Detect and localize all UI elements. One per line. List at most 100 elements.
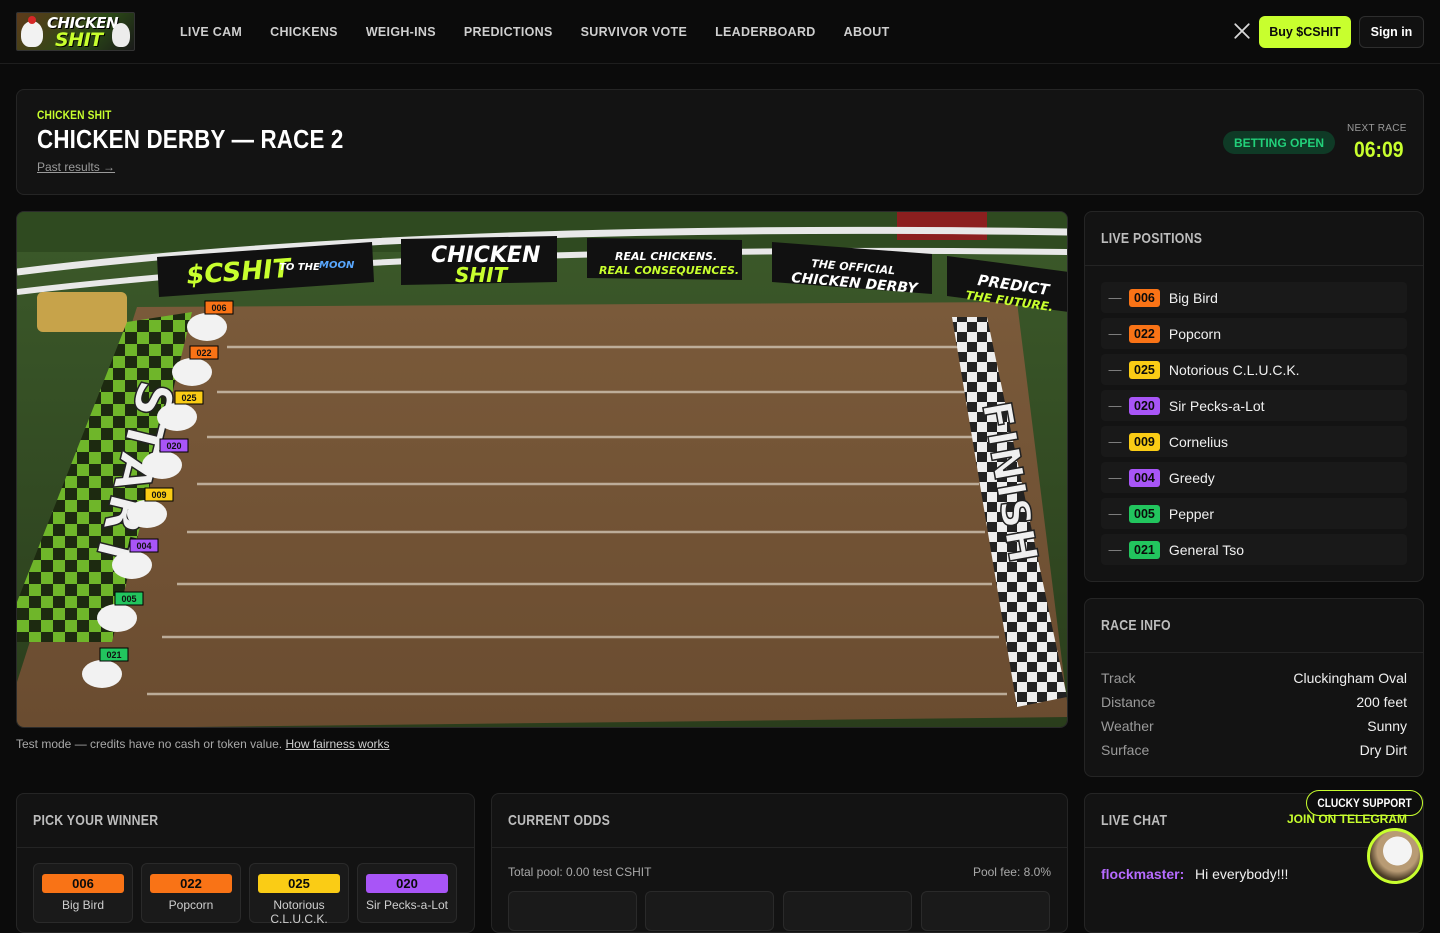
chicken-name: Sir Pecks-a-Lot: [365, 898, 449, 912]
sign-in-button[interactable]: Sign in: [1359, 16, 1424, 48]
pick-chicken-tile[interactable]: 020 Sir Pecks-a-Lot: [357, 863, 457, 923]
logo-text-bottom: SHIT: [55, 29, 103, 51]
chicken-name: Cornelius: [1168, 433, 1228, 450]
info-value: 200 feet: [1356, 694, 1407, 710]
nav-link-live-cam[interactable]: LIVE CAM: [180, 25, 242, 39]
current-odds-card: CURRENT ODDS Total pool: 0.00 test CSHIT…: [491, 793, 1068, 933]
chicken-number-badge: 021: [1129, 540, 1160, 559]
info-value: Dry Dirt: [1359, 742, 1407, 758]
divider: [17, 847, 474, 848]
positions-list: — 006 Big Bird — 022 Popcorn — 025 Notorious C.L…: [1101, 282, 1407, 570]
chicken-number-tag-text: 009: [151, 490, 166, 500]
nav-link-leaderboard[interactable]: LEADERBOARD: [715, 25, 816, 39]
chicken-name: Pepper: [1168, 505, 1215, 522]
page-title: CHICKEN DERBY — RACE 2: [37, 124, 344, 154]
chicken-number-badge: 005: [1129, 504, 1160, 523]
info-row-surface: Surface Dry Dirt: [1101, 742, 1407, 758]
nav-link-predictions[interactable]: PREDICTIONS: [464, 25, 553, 39]
pick-chicken-tile[interactable]: 006 Big Bird: [33, 863, 133, 923]
chicken-number-tag-text: 004: [136, 541, 151, 551]
position-row: — 025 Notorious C.L.U.C.K.: [1101, 354, 1407, 385]
divider: [492, 847, 1067, 848]
chicken-number-badge: 025: [258, 874, 340, 893]
race-header-card: CHICKEN SHIT CHICKEN DERBY — RACE 2 Past…: [16, 89, 1424, 195]
site-logo[interactable]: CHICKEN SHIT: [16, 12, 135, 51]
chicken-figure: [112, 551, 152, 579]
x-social-icon[interactable]: [1233, 22, 1251, 40]
chicken-figure: [97, 604, 137, 632]
support-chicken-avatar[interactable]: [1367, 828, 1423, 884]
banner-text-moon: MOON: [319, 260, 355, 271]
odds-box[interactable]: [508, 891, 637, 931]
chicken-number-badge: 022: [150, 874, 232, 893]
chicken-figure: [172, 358, 212, 386]
live-positions-title: LIVE POSITIONS: [1101, 230, 1203, 247]
banner-text-real-consequences: REAL CONSEQUENCES.: [599, 264, 739, 277]
buy-cshit-button[interactable]: Buy $CSHIT: [1259, 16, 1351, 48]
brand-eyebrow: CHICKEN SHIT: [37, 108, 112, 122]
chicken-name: Notorious C.L.U.C.K.: [1168, 361, 1300, 378]
nav-links: LIVE CAM CHICKENS WEIGH-INS PREDICTIONS …: [180, 0, 890, 64]
live-chat-title: LIVE CHAT: [1101, 812, 1168, 829]
chicken-name: Big Bird: [1168, 289, 1218, 306]
chicken-logo-icon-2: [112, 23, 130, 47]
chicken-name: Popcorn: [168, 898, 214, 912]
test-mode-note: Test mode — credits have no cash or toke…: [16, 737, 390, 751]
chicken-number-tag-text: 025: [181, 393, 196, 403]
position-change-indicator: —: [1108, 542, 1122, 557]
pick-winner-title: PICK YOUR WINNER: [33, 812, 159, 829]
odds-box[interactable]: [921, 891, 1050, 931]
chicken-figure: [157, 403, 197, 431]
pick-chicken-tile[interactable]: 025 Notorious C.L.U.C.K.: [249, 863, 349, 926]
chicken-number-tag-text: 021: [106, 650, 121, 660]
nav-link-survivor-vote[interactable]: SURVIVOR VOTE: [581, 25, 687, 39]
position-row: — 005 Pepper: [1101, 498, 1407, 529]
position-row: — 009 Cornelius: [1101, 426, 1407, 457]
join-telegram-link[interactable]: JOIN ON TELEGRAM: [1286, 812, 1407, 826]
info-value: Cluckingham Oval: [1293, 670, 1407, 686]
current-odds-title: CURRENT ODDS: [508, 812, 611, 829]
race-info-title: RACE INFO: [1101, 617, 1171, 634]
past-results-link[interactable]: Past results →: [37, 160, 115, 174]
odds-box[interactable]: [783, 891, 912, 931]
nav-link-about[interactable]: ABOUT: [844, 25, 890, 39]
info-key: Track: [1101, 670, 1136, 686]
info-key: Weather: [1101, 718, 1154, 734]
nav-link-chickens[interactable]: CHICKENS: [270, 25, 338, 39]
support-label: CLUCKY SUPPORT: [1317, 796, 1412, 810]
betting-status-badge: BETTING OPEN: [1223, 131, 1336, 154]
chicken-number-badge: 006: [1129, 288, 1160, 307]
chicken-number-tag-text: 005: [121, 594, 136, 604]
banner-text-real-chickens: REAL CHICKENS.: [615, 250, 717, 263]
chicken-figure: [82, 660, 122, 688]
top-nav: CHICKEN SHIT LIVE CAM CHICKENS WEIGH-INS…: [0, 0, 1440, 64]
info-row-track: Track Cluckingham Oval: [1101, 670, 1407, 686]
fairness-link[interactable]: How fairness works: [285, 737, 389, 751]
position-change-indicator: —: [1108, 290, 1122, 305]
chicken-name: Popcorn: [1168, 325, 1222, 342]
chicken-name: General Tso: [1168, 541, 1245, 558]
race-track-illustration: $CSHIT TO THE MOON CHICKEN SHIT REAL CHI…: [17, 212, 1067, 727]
divider: [1085, 265, 1423, 266]
chat-username[interactable]: flockmaster:: [1101, 866, 1184, 882]
odds-box[interactable]: [645, 891, 774, 931]
chicken-number-badge: 020: [1129, 396, 1160, 415]
nav-link-weigh-ins[interactable]: WEIGH-INS: [366, 25, 436, 39]
position-row: — 020 Sir Pecks-a-Lot: [1101, 390, 1407, 421]
chicken-number-tag-text: 020: [166, 441, 181, 451]
banner-text-shit: SHIT: [455, 263, 509, 287]
race-info-card: RACE INFO Track Cluckingham Oval Distance…: [1084, 598, 1424, 777]
pick-chicken-tile[interactable]: 022 Popcorn: [141, 863, 241, 923]
next-race-countdown: 06:09: [1354, 137, 1404, 162]
chicken-number-badge: 009: [1129, 432, 1160, 451]
position-row: — 021 General Tso: [1101, 534, 1407, 565]
chicken-number-tag-text: 006: [211, 303, 226, 313]
position-change-indicator: —: [1108, 506, 1122, 521]
race-track-live-cam: $CSHIT TO THE MOON CHICKEN SHIT REAL CHI…: [16, 211, 1068, 728]
chicken-number-badge: 025: [1129, 360, 1160, 379]
live-positions-card: LIVE POSITIONS — 006 Big Bird — 022 Popcorn — 0…: [1084, 211, 1424, 582]
pick-winner-card: PICK YOUR WINNER 006 Big Bird 022 Popcorn 02…: [16, 793, 475, 933]
chicken-number-badge: 020: [366, 874, 448, 893]
pool-fee: Pool fee: 8.0%: [972, 865, 1051, 879]
position-row: — 006 Big Bird: [1101, 282, 1407, 313]
